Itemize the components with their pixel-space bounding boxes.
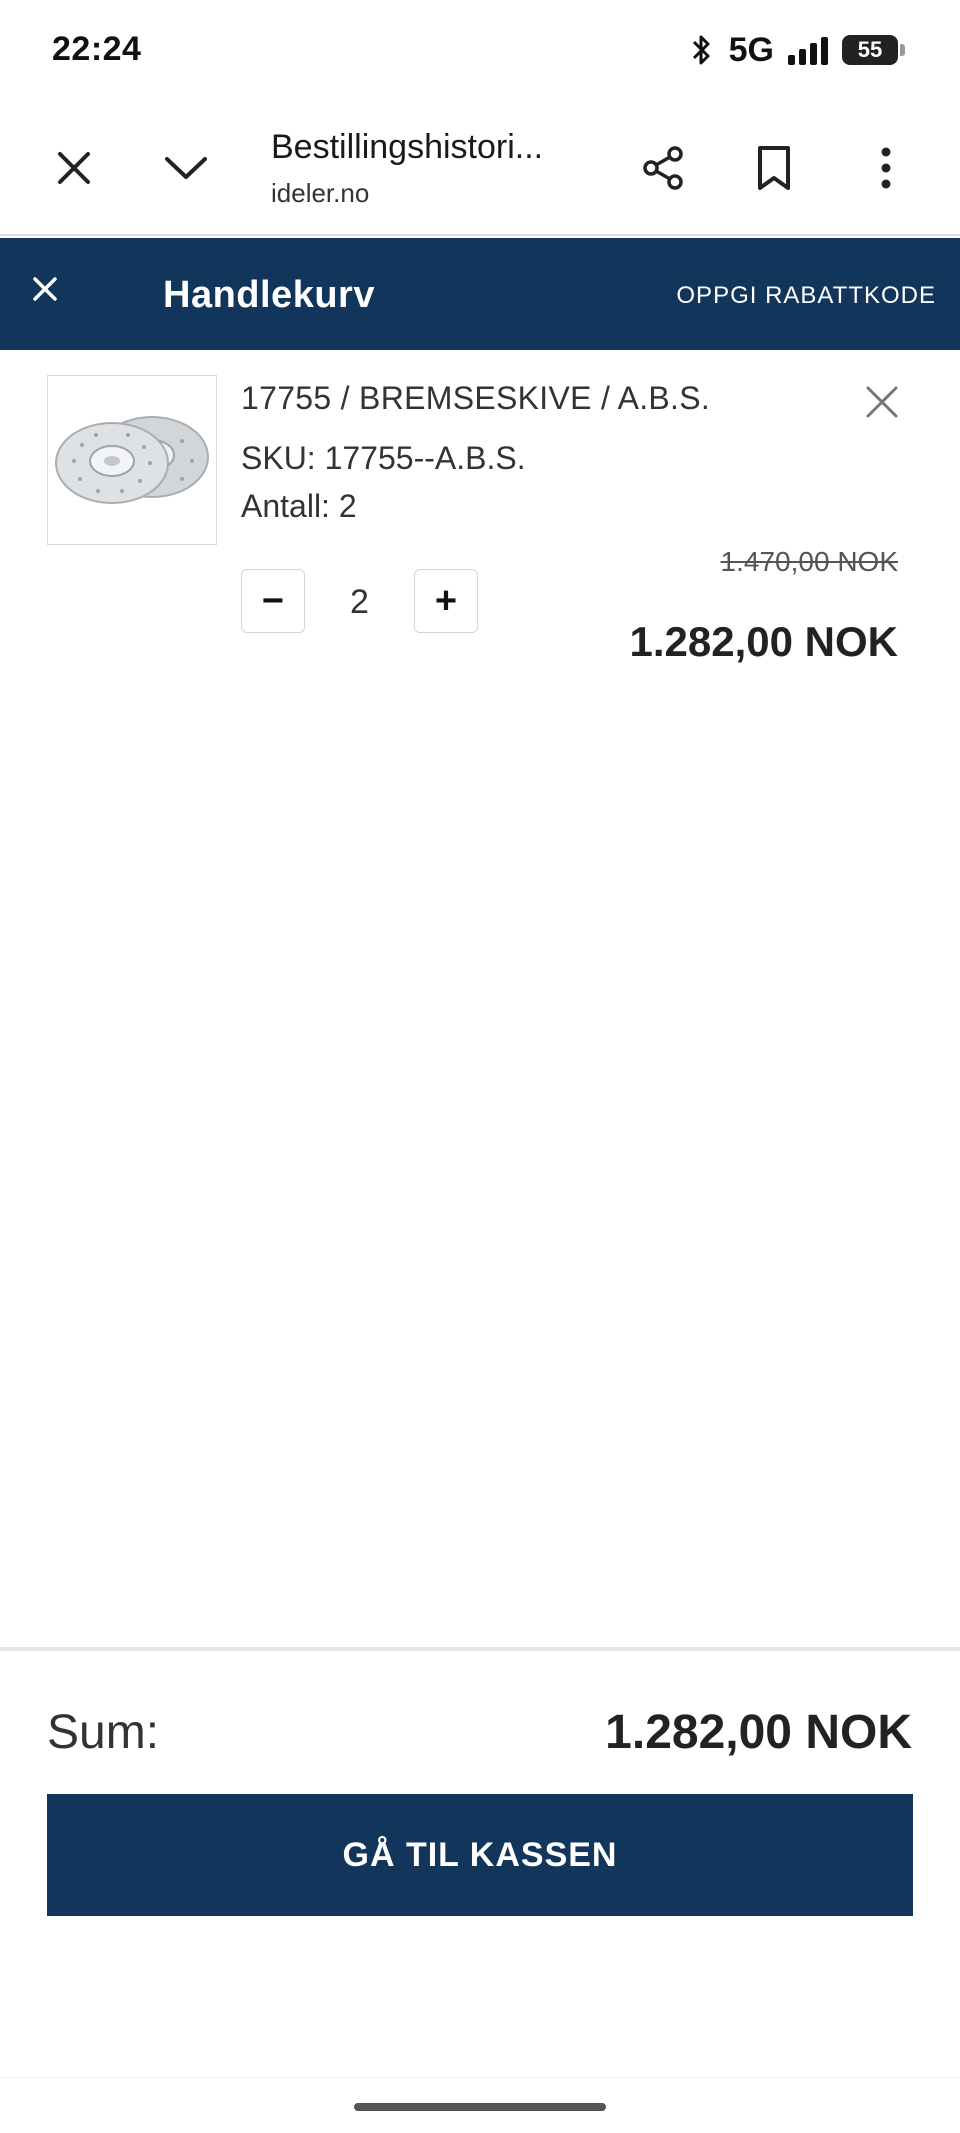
more-vert-icon[interactable] bbox=[850, 132, 922, 204]
close-icon[interactable] bbox=[38, 132, 110, 204]
plus-icon: + bbox=[434, 579, 458, 622]
page-url[interactable]: ideler.no bbox=[271, 178, 369, 209]
signal-icon bbox=[788, 35, 828, 65]
status-bar: 22:24 5G 55 bbox=[0, 0, 960, 100]
bookmark-icon[interactable] bbox=[738, 132, 810, 204]
decrease-quantity-button[interactable]: − bbox=[241, 569, 305, 633]
page-title[interactable]: Bestillingshistori... bbox=[271, 128, 581, 167]
bluetooth-icon bbox=[692, 35, 710, 65]
share-icon[interactable] bbox=[627, 132, 699, 204]
quantity-stepper: − 2 + bbox=[241, 569, 481, 635]
battery-icon: 55 bbox=[842, 35, 905, 65]
original-price: 1.470,00 NOK bbox=[720, 546, 898, 577]
discount-code-link[interactable]: OPPGI RABATTKODE bbox=[676, 282, 936, 310]
sum-label: Sum: bbox=[47, 1706, 160, 1759]
product-image bbox=[47, 375, 217, 545]
cart-footer: Sum: 1.282,00 NOK GÅ TIL KASSEN bbox=[0, 1647, 960, 2077]
home-indicator[interactable] bbox=[354, 2103, 606, 2111]
status-icons: 5G 55 bbox=[689, 30, 905, 70]
remove-item-icon[interactable] bbox=[858, 378, 906, 426]
status-time: 22:24 bbox=[52, 30, 142, 68]
increase-quantity-button[interactable]: + bbox=[414, 569, 478, 633]
product-sku: SKU: 17755--A.B.S. bbox=[241, 440, 526, 476]
network-type: 5G bbox=[728, 30, 774, 69]
cart-close-icon[interactable] bbox=[22, 266, 68, 312]
quantity-value[interactable]: 2 bbox=[305, 583, 414, 622]
minus-icon: − bbox=[261, 579, 285, 622]
product-quantity-text: Antall: 2 bbox=[241, 488, 357, 524]
system-nav-bar bbox=[0, 2077, 960, 2133]
browser-toolbar: Bestillingshistori... ideler.no bbox=[0, 100, 960, 236]
cart-item: 17755 / BREMSESKIVE / A.B.S. SKU: 17755-… bbox=[0, 350, 960, 680]
battery-level: 55 bbox=[857, 37, 883, 62]
cart-title: Handlekurv bbox=[163, 274, 375, 316]
checkout-button[interactable]: GÅ TIL KASSEN bbox=[47, 1794, 913, 1916]
current-price: 1.282,00 NOK bbox=[629, 618, 899, 665]
sum-value: 1.282,00 NOK bbox=[605, 1706, 912, 1759]
product-name[interactable]: 17755 / BREMSESKIVE / A.B.S. bbox=[241, 380, 710, 417]
cart-header: Handlekurv OPPGI RABATTKODE bbox=[0, 238, 960, 350]
chevron-down-icon[interactable] bbox=[150, 132, 222, 204]
